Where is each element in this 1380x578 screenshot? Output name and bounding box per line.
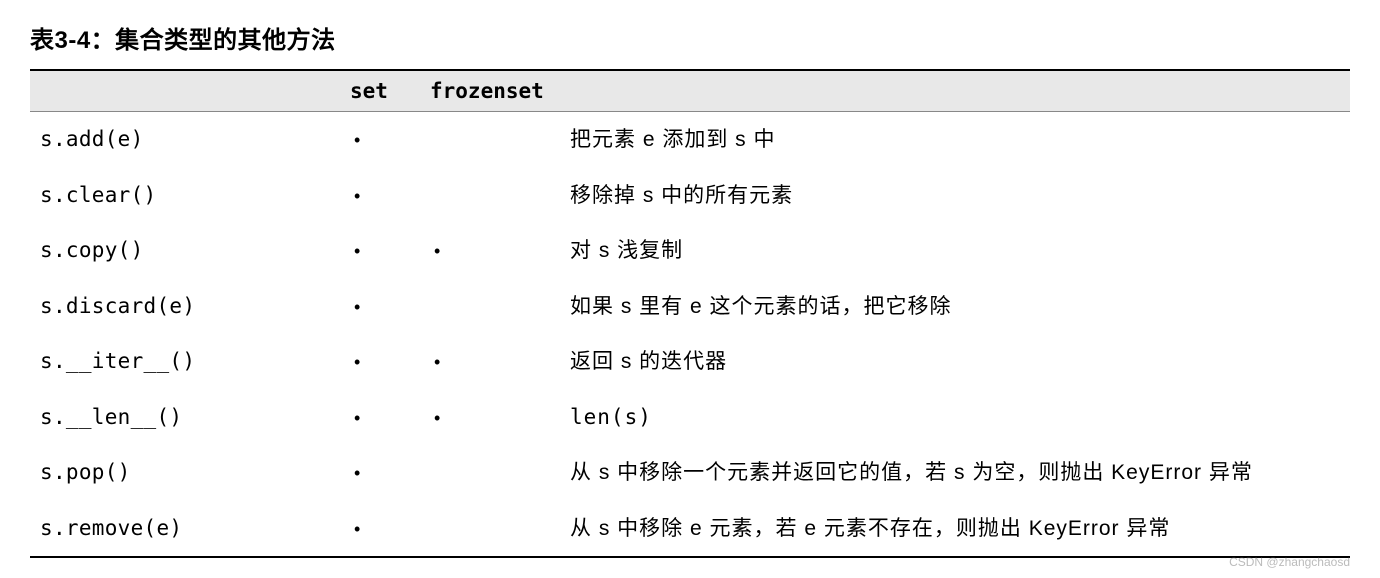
table-row: s.copy() • • 对 s 浅复制 bbox=[30, 223, 1350, 279]
header-row: set frozenset bbox=[30, 70, 1350, 112]
cell-set: • bbox=[340, 168, 420, 224]
bullet-icon: • bbox=[354, 294, 360, 321]
table-row: s.pop() • 从 s 中移除一个元素并返回它的值，若 s 为空，则抛出 Key… bbox=[30, 445, 1350, 501]
cell-method: s.remove(e) bbox=[30, 501, 340, 558]
cell-method: s.__iter__() bbox=[30, 334, 340, 390]
cell-frozenset bbox=[420, 501, 560, 558]
bullet-icon: • bbox=[354, 183, 360, 210]
cell-frozenset bbox=[420, 445, 560, 501]
cell-set: • bbox=[340, 223, 420, 279]
bullet-icon: • bbox=[354, 238, 360, 265]
bullet-icon: • bbox=[354, 460, 360, 487]
table-row: s.add(e) • 把元素 e 添加到 s 中 bbox=[30, 112, 1350, 168]
set-methods-table: set frozenset s.add(e)•把元素 e 添加到 s 中s.cl… bbox=[30, 69, 1350, 558]
cell-set: • bbox=[340, 279, 420, 335]
cell-frozenset: • bbox=[420, 223, 560, 279]
cell-set: • bbox=[340, 390, 420, 446]
cell-set: • bbox=[340, 445, 420, 501]
table-row: s.__len__() • • len(s) bbox=[30, 390, 1350, 446]
cell-desc: 如果 s 里有 e 这个元素的话，把它移除 bbox=[560, 279, 1350, 335]
cell-set: • bbox=[340, 112, 420, 168]
header-method bbox=[30, 70, 340, 112]
cell-frozenset: • bbox=[420, 390, 560, 446]
bullet-icon: • bbox=[354, 516, 360, 543]
cell-method: s.discard(e) bbox=[30, 279, 340, 335]
bullet-icon: • bbox=[354, 127, 360, 154]
bullet-icon: • bbox=[434, 349, 440, 376]
bullet-icon: • bbox=[354, 349, 360, 376]
cell-method: s.__len__() bbox=[30, 390, 340, 446]
header-frozenset: frozenset bbox=[420, 70, 560, 112]
header-set: set bbox=[340, 70, 420, 112]
cell-set: • bbox=[340, 501, 420, 558]
cell-frozenset: • bbox=[420, 334, 560, 390]
cell-desc: 返回 s 的迭代器 bbox=[560, 334, 1350, 390]
watermark: CSDN @zhangchaosd bbox=[1229, 555, 1350, 569]
cell-desc: 从 s 中移除 e 元素，若 e 元素不存在，则抛出 KeyError 异常 bbox=[560, 501, 1350, 558]
cell-set: • bbox=[340, 334, 420, 390]
cell-desc: 对 s 浅复制 bbox=[560, 223, 1350, 279]
bullet-icon: • bbox=[434, 238, 440, 265]
table-caption: 表3-4：集合类型的其他方法 bbox=[30, 20, 1350, 55]
cell-method: s.clear() bbox=[30, 168, 340, 224]
cell-frozenset bbox=[420, 279, 560, 335]
cell-desc: 把元素 e 添加到 s 中 bbox=[560, 112, 1350, 168]
cell-desc: 从 s 中移除一个元素并返回它的值，若 s 为空，则抛出 KeyError 异常 bbox=[560, 445, 1350, 501]
table-row: s.__iter__() • • 返回 s 的迭代器 bbox=[30, 334, 1350, 390]
cell-frozenset bbox=[420, 112, 560, 168]
table-row: s.clear() • 移除掉 s 中的所有元素 bbox=[30, 168, 1350, 224]
cell-method: s.add(e) bbox=[30, 112, 340, 168]
bullet-icon: • bbox=[434, 405, 440, 432]
bullet-icon: • bbox=[354, 405, 360, 432]
table-row: s.remove(e) • 从 s 中移除 e 元素，若 e 元素不存在，则抛出 K… bbox=[30, 501, 1350, 558]
cell-frozenset bbox=[420, 168, 560, 224]
cell-method: s.copy() bbox=[30, 223, 340, 279]
cell-desc: 移除掉 s 中的所有元素 bbox=[560, 168, 1350, 224]
cell-desc: len(s) bbox=[560, 390, 1350, 446]
header-desc bbox=[560, 70, 1350, 112]
table-row: s.discard(e) • 如果 s 里有 e 这个元素的话，把它移除 bbox=[30, 279, 1350, 335]
cell-method: s.pop() bbox=[30, 445, 340, 501]
